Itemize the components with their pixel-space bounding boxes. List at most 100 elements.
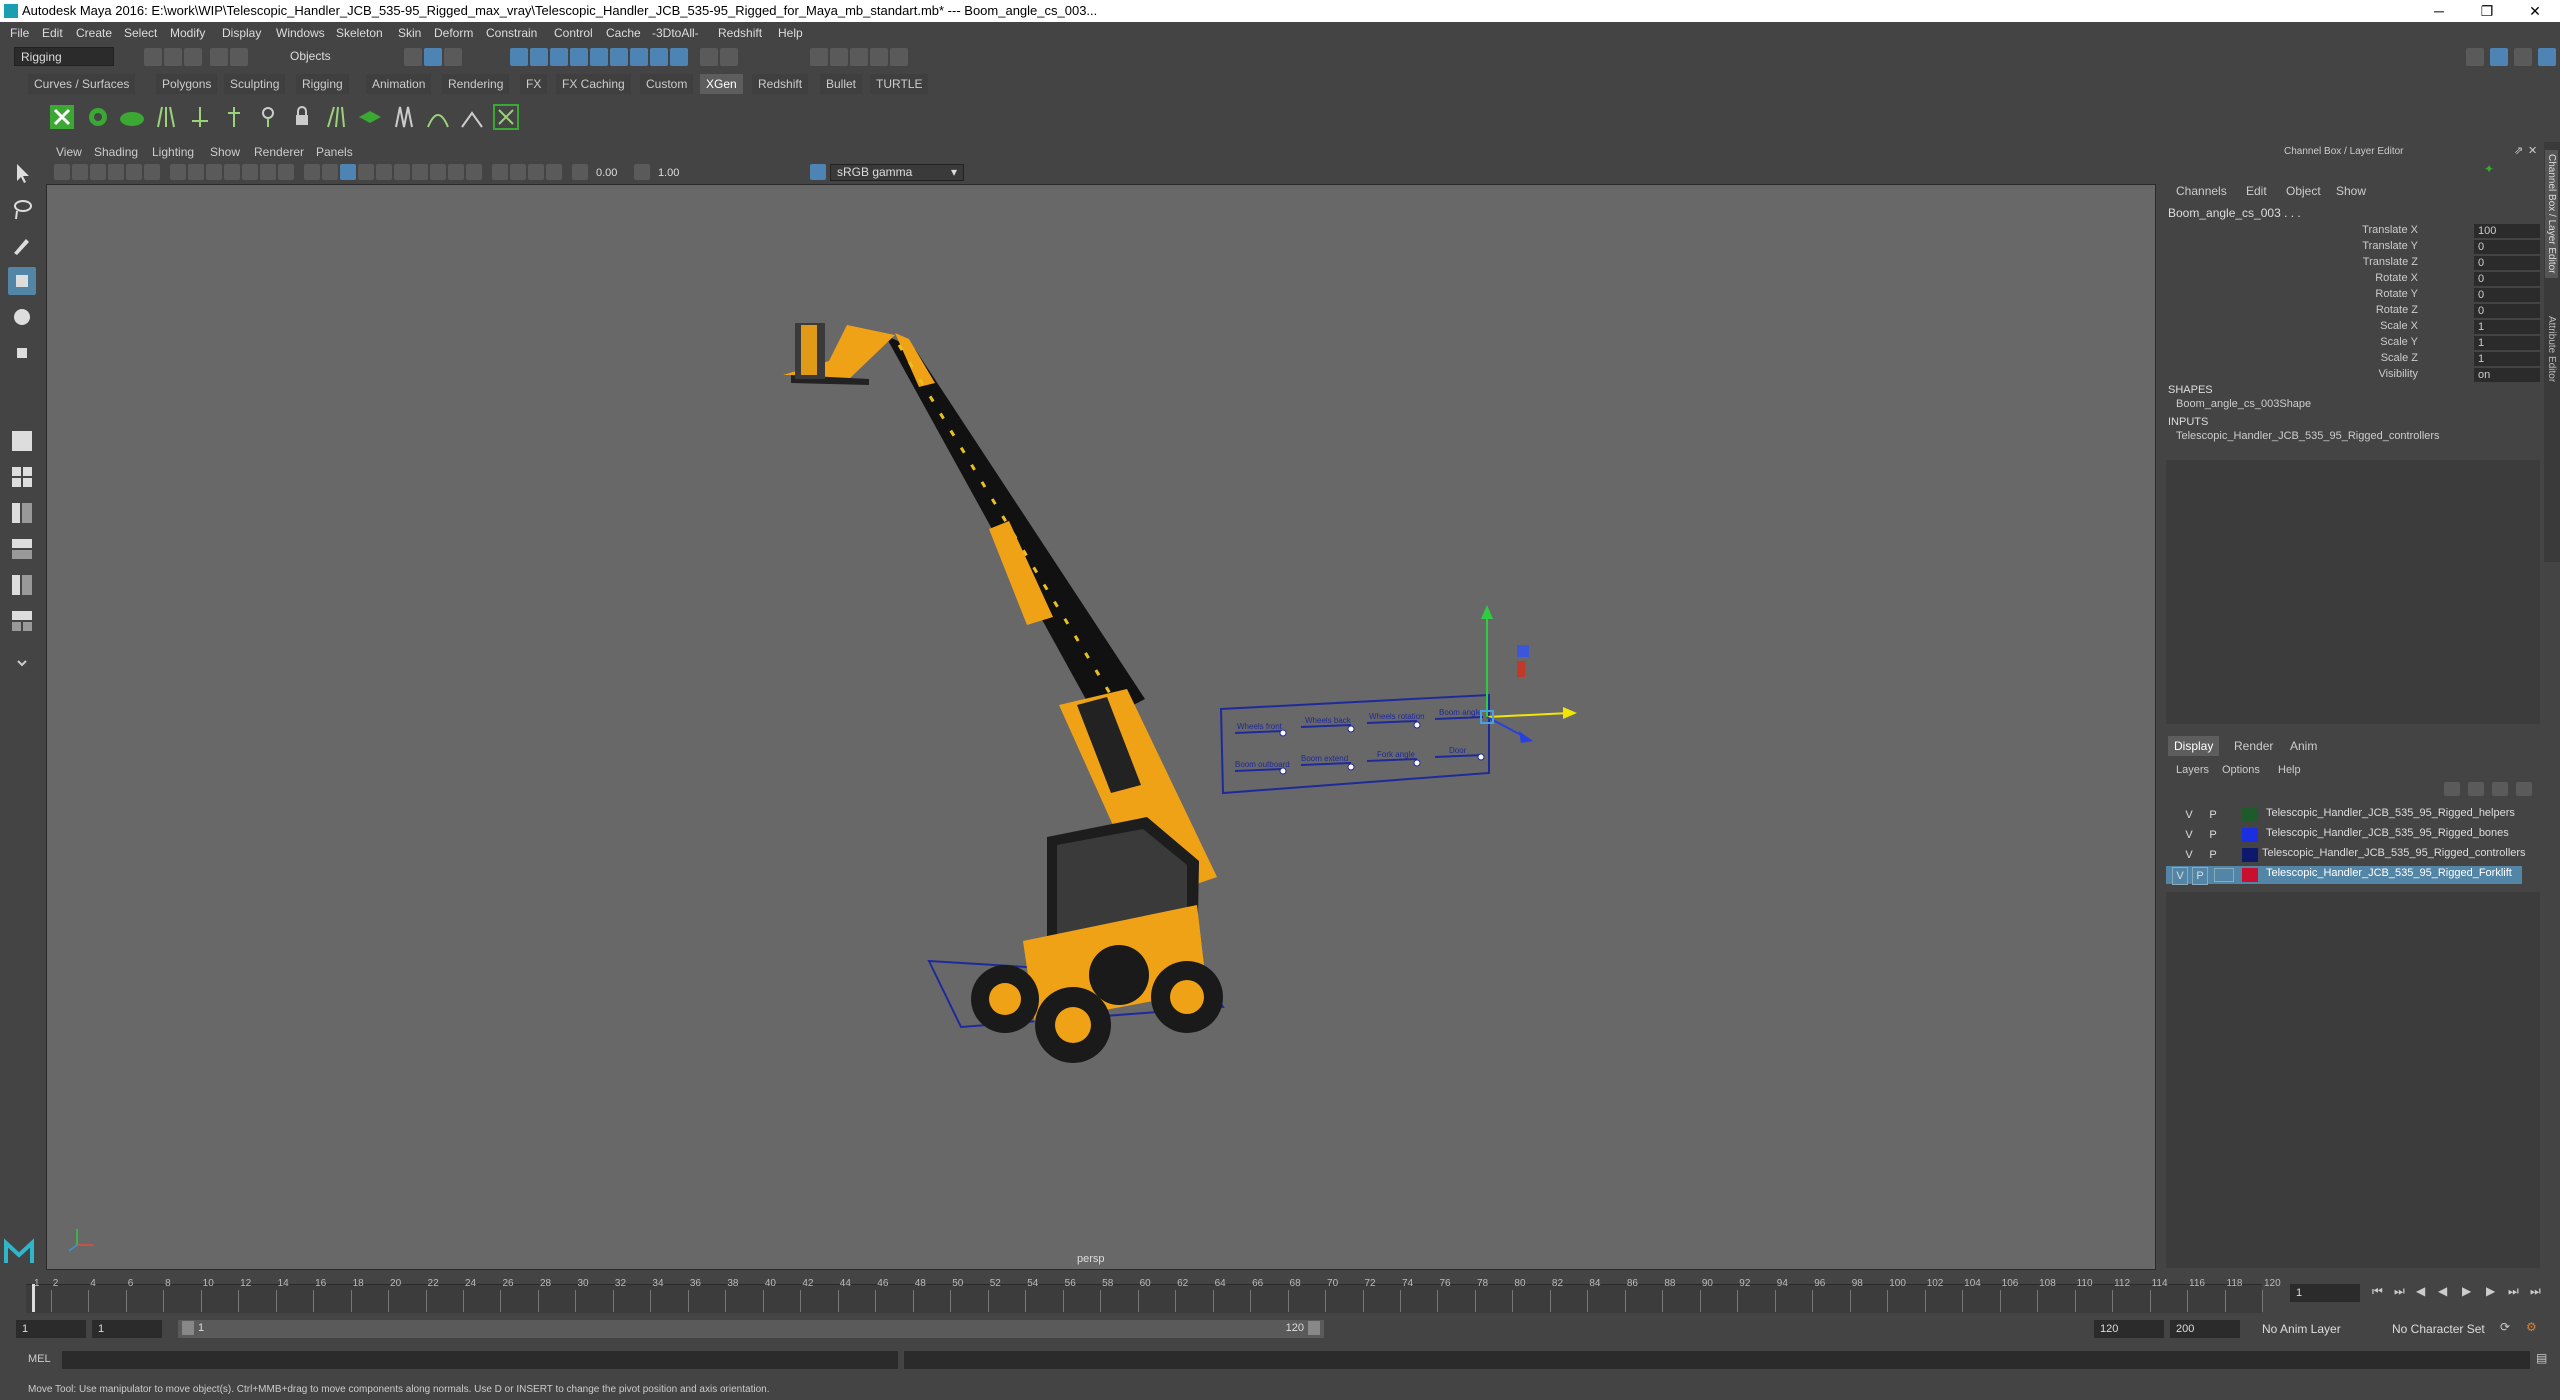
channel-value[interactable]: 1 xyxy=(2474,336,2540,350)
select-guides-icon[interactable] xyxy=(220,103,248,131)
x-ray-joints-icon[interactable] xyxy=(528,164,544,180)
output-ops-icon[interactable] xyxy=(670,48,688,66)
tab-fx[interactable]: FX xyxy=(520,74,548,94)
channel-value[interactable]: 0 xyxy=(2474,240,2540,254)
menu-control[interactable]: Control xyxy=(554,26,593,40)
layer-row-bones[interactable]: V P Telescopic_Handler_JCB_535_95_Rigged… xyxy=(2166,826,2522,844)
play-forwards-icon[interactable]: ▶ xyxy=(2462,1284,2471,1298)
menu-edit[interactable]: Edit xyxy=(42,26,63,40)
persp-graph-icon[interactable] xyxy=(8,535,36,563)
channel-rotate-x[interactable]: Rotate X 0 xyxy=(2162,272,2544,288)
create-description-icon[interactable] xyxy=(84,103,112,131)
menu-skeleton[interactable]: Skeleton xyxy=(336,26,383,40)
new-layer-selected-icon[interactable] xyxy=(2516,782,2532,796)
make-live-icon[interactable] xyxy=(610,48,628,66)
textured-icon[interactable] xyxy=(358,164,374,180)
tab-custom[interactable]: Custom xyxy=(640,74,694,94)
tab-curves-surfaces[interactable]: Curves / Surfaces xyxy=(28,74,136,94)
viewport-menu-shading[interactable]: Shading xyxy=(94,145,138,159)
viewport-menu-panels[interactable]: Panels xyxy=(316,145,353,159)
channel-translate-y[interactable]: Translate Y 0 xyxy=(2162,240,2544,256)
side-tab-attribute-editor[interactable]: Attribute Editor xyxy=(2545,312,2558,386)
xgen-editor-icon[interactable] xyxy=(48,103,76,131)
image-plane-icon[interactable] xyxy=(108,164,124,180)
layer-visibility-toggle[interactable]: V xyxy=(2182,827,2196,843)
snap-surface-icon[interactable] xyxy=(570,48,588,66)
layer-color-swatch[interactable] xyxy=(2242,828,2258,842)
tab-polygons[interactable]: Polygons xyxy=(156,74,218,94)
gamma-field[interactable]: 1.00 xyxy=(652,164,688,181)
layer-display-type-toggle[interactable] xyxy=(2214,868,2234,882)
telescopic-handler-model[interactable] xyxy=(783,323,1225,1063)
channel-scale-y[interactable]: Scale Y 1 xyxy=(2162,336,2544,352)
channel-scale-x[interactable]: Scale X 1 xyxy=(2162,320,2544,336)
channel-scale-z[interactable]: Scale Z 1 xyxy=(2162,352,2544,368)
layer-playback-toggle[interactable]: P xyxy=(2206,847,2220,863)
step-forward-key-icon[interactable]: ⏭ xyxy=(2508,1284,2519,1299)
start-time-field[interactable]: 1 xyxy=(16,1320,86,1338)
current-frame-field[interactable]: 1 xyxy=(2290,1284,2360,1302)
color-management-icon[interactable] xyxy=(810,164,826,180)
move-layer-up-icon[interactable] xyxy=(2444,782,2460,796)
motion-blur-icon[interactable] xyxy=(430,164,446,180)
snap-curve-icon[interactable] xyxy=(530,48,548,66)
layer-name[interactable]: Telescopic_Handler_JCB_535_95_Rigged_hel… xyxy=(2266,807,2515,819)
time-slider[interactable]: 1 2 4 6 8 10 12 14 16 18 20 22 24 26 28 30 32 34 36 38 40 42 4… xyxy=(0,1272,2560,1318)
minimize-button[interactable]: ─ xyxy=(2416,0,2462,22)
rotate-tool-icon[interactable] xyxy=(8,303,36,331)
menu-3dtoall[interactable]: -3DtoAll- xyxy=(652,26,699,40)
toggle-panel-icon[interactable] xyxy=(2514,48,2532,66)
menu-deform[interactable]: Deform xyxy=(434,26,473,40)
layer-visibility-toggle[interactable]: V xyxy=(2182,847,2196,863)
move-manipulator[interactable] xyxy=(1480,605,1577,743)
tab-redshift[interactable]: Redshift xyxy=(752,74,809,94)
x-ray-icon[interactable] xyxy=(510,164,526,180)
layer-menu-layers[interactable]: Layers xyxy=(2176,764,2209,776)
scale-tool-icon[interactable] xyxy=(8,339,36,367)
magnet-icon[interactable] xyxy=(720,48,738,66)
channel-value[interactable]: 0 xyxy=(2474,304,2540,318)
wireframe-on-shaded-icon[interactable] xyxy=(340,164,356,180)
menu-windows[interactable]: Windows xyxy=(276,26,325,40)
render-view-icon[interactable] xyxy=(810,48,828,66)
layer-visibility-toggle[interactable]: V xyxy=(2172,867,2188,885)
channel-value[interactable]: 1 xyxy=(2474,352,2540,366)
grease-pencil-icon[interactable] xyxy=(144,164,160,180)
input-node-name[interactable]: Telescopic_Handler_JCB_535_95_Rigged_con… xyxy=(2176,430,2440,442)
layer-menu-help[interactable]: Help xyxy=(2278,764,2301,776)
close-button[interactable]: ✕ xyxy=(2512,0,2558,22)
hypershade-icon[interactable] xyxy=(890,48,908,66)
layer-name[interactable]: Telescopic_Handler_JCB_535_95_Rigged_bon… xyxy=(2266,827,2509,839)
cb-menu-edit[interactable]: Edit xyxy=(2246,184,2267,198)
range-end-handle[interactable] xyxy=(1308,1321,1320,1335)
select-components-icon[interactable] xyxy=(444,48,462,66)
safe-action-icon[interactable] xyxy=(260,164,276,180)
menu-modify[interactable]: Modify xyxy=(170,26,205,40)
tab-turtle[interactable]: TURTLE xyxy=(870,74,929,94)
undo-icon[interactable] xyxy=(210,48,228,66)
layer-row-forklift[interactable]: V P Telescopic_Handler_JCB_535_95_Rigged… xyxy=(2166,866,2522,885)
viewport-menu-show[interactable]: Show xyxy=(210,145,240,159)
paint-select-tool-icon[interactable] xyxy=(8,231,36,259)
redo-icon[interactable] xyxy=(230,48,248,66)
layer-playback-toggle[interactable]: P xyxy=(2206,827,2220,843)
render-settings-icon[interactable] xyxy=(870,48,888,66)
workspace-icon[interactable] xyxy=(2466,48,2484,66)
anim-layer-dropdown[interactable]: No Anim Layer xyxy=(2256,1320,2382,1338)
settings-icon[interactable] xyxy=(2538,48,2556,66)
viewport-menu-lighting[interactable]: Lighting xyxy=(152,145,194,159)
isolate-select-icon[interactable] xyxy=(492,164,508,180)
open-scene-icon[interactable] xyxy=(164,48,182,66)
camera-attributes-icon[interactable] xyxy=(72,164,88,180)
menu-select[interactable]: Select xyxy=(124,26,157,40)
layer-icon[interactable] xyxy=(356,103,384,131)
tab-xgen[interactable]: XGen xyxy=(700,74,743,94)
tab-rigging[interactable]: Rigging xyxy=(296,74,349,94)
end-time-field[interactable]: 200 xyxy=(2170,1320,2240,1338)
wireframe-icon[interactable] xyxy=(304,164,320,180)
lock-icon[interactable] xyxy=(700,48,718,66)
menu-set-dropdown[interactable]: Rigging xyxy=(14,47,114,66)
move-layer-down-icon[interactable] xyxy=(2468,782,2484,796)
side-tab-channel-box[interactable]: Channel Box / Layer Editor xyxy=(2545,150,2558,278)
controllers-panel[interactable]: Wheels front Wheels back Wheels rotation… xyxy=(1219,693,1490,795)
